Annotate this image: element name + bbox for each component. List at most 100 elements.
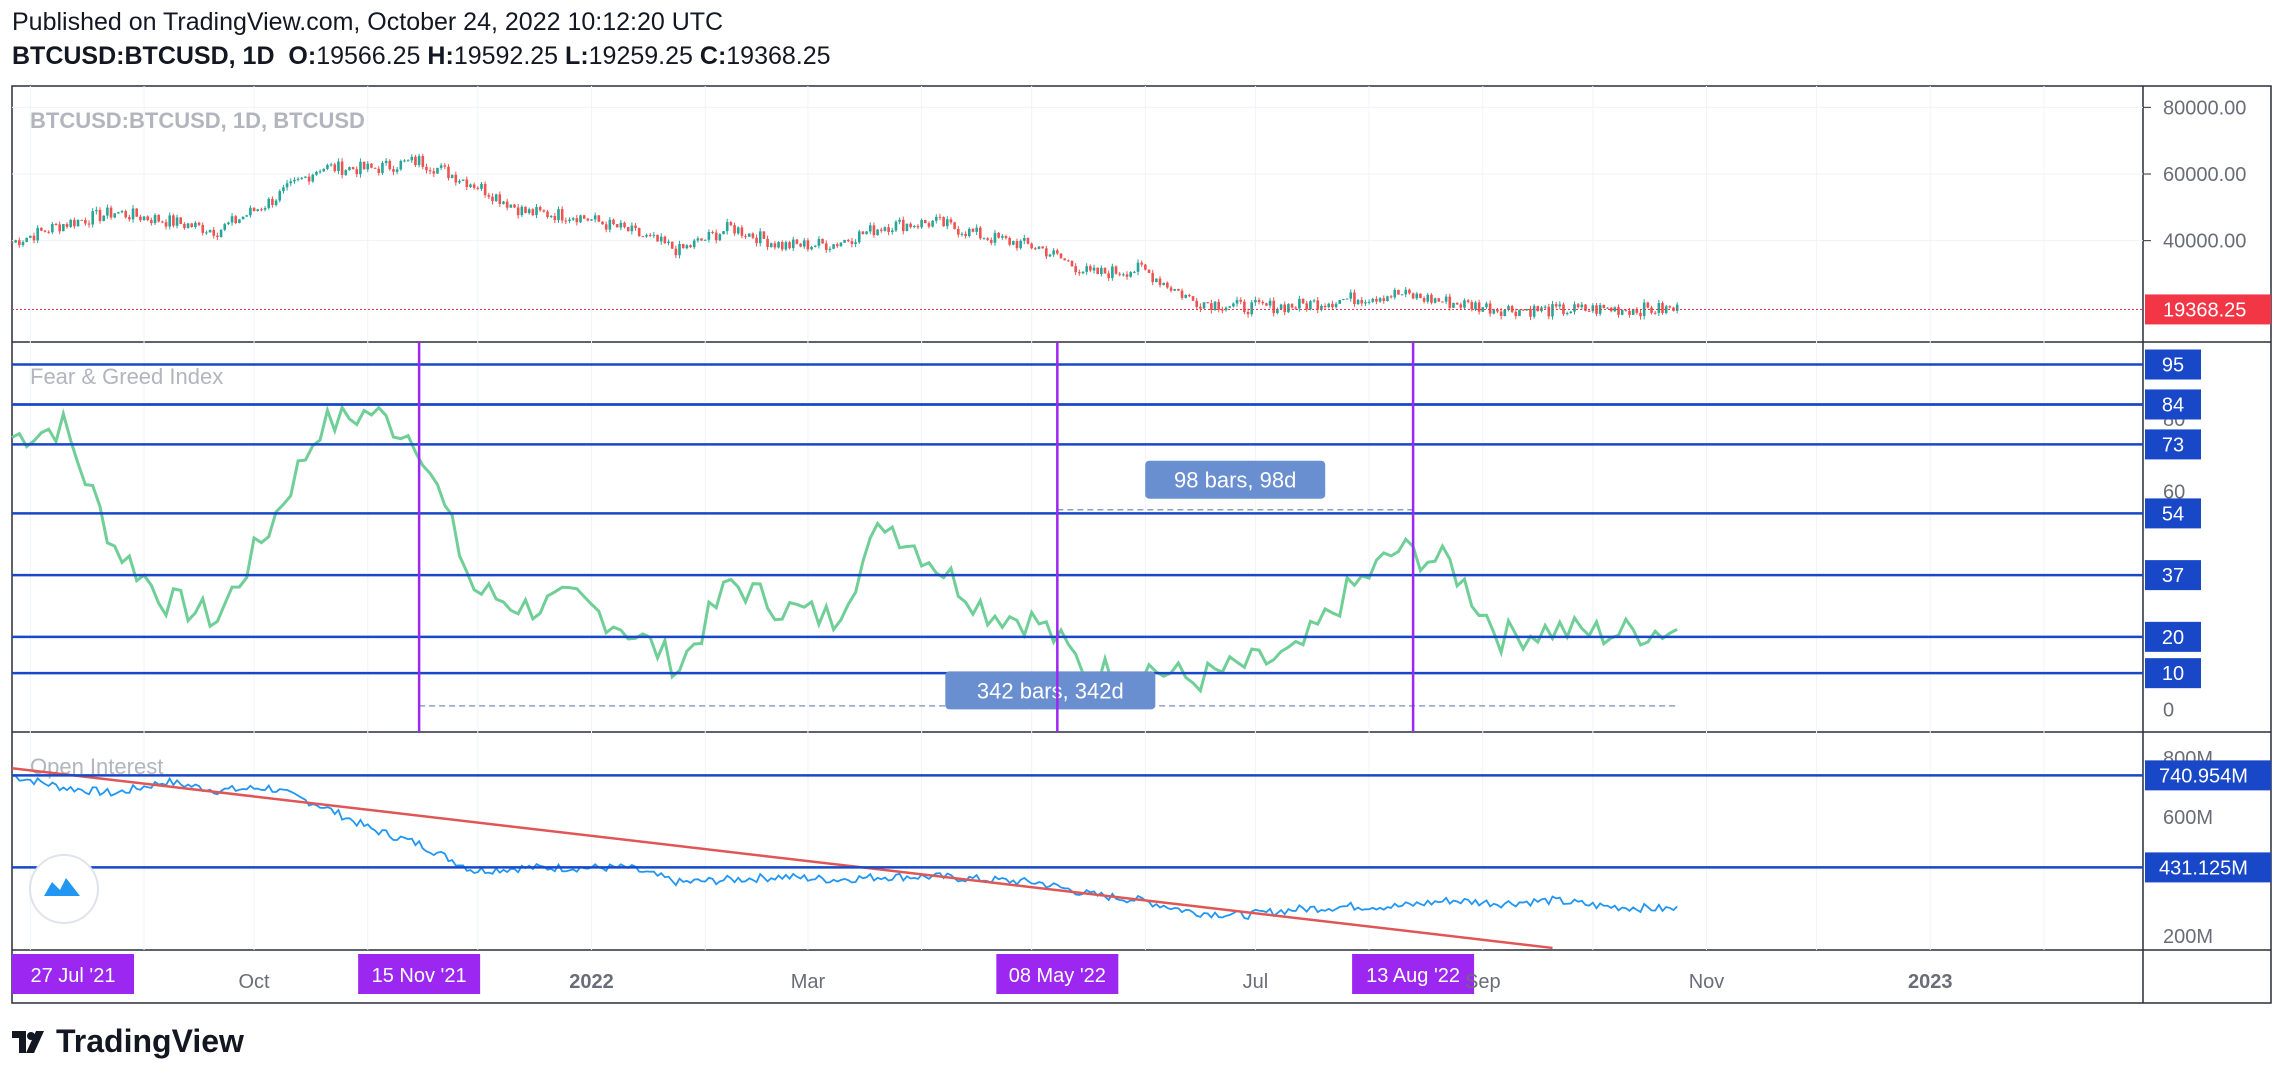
candle-body: [1015, 241, 1019, 249]
candle-body: [784, 242, 788, 250]
measure-label-342: 342 bars, 342d: [977, 678, 1124, 703]
candle-body: [1400, 294, 1404, 296]
candle-body: [1650, 307, 1653, 313]
candle-body: [1158, 278, 1162, 286]
candle-body: [681, 244, 685, 249]
x-marker-label: 15 Nov '21: [372, 965, 467, 987]
candle-body: [1103, 267, 1107, 274]
x-marker-label: 13 Aug '22: [1366, 965, 1460, 987]
candle-body: [872, 225, 876, 236]
candle-body: [1576, 304, 1580, 308]
candle-body: [1239, 299, 1243, 302]
candle-body: [1331, 303, 1334, 308]
candle-body: [876, 229, 879, 236]
candle-body: [993, 232, 997, 243]
candle-body: [476, 187, 480, 189]
candle-body: [1547, 306, 1551, 317]
candle-body: [1558, 304, 1562, 307]
candle-body: [1345, 298, 1349, 300]
candle-body: [927, 223, 931, 227]
candle-body: [1133, 271, 1136, 273]
candle-body: [417, 156, 421, 166]
candle-body: [1397, 289, 1400, 295]
tradingview-logo-icon: [12, 1030, 44, 1053]
candle-body: [579, 215, 582, 223]
candle-body: [322, 168, 326, 172]
candle-body: [186, 223, 190, 228]
candle-body: [483, 183, 487, 196]
fg-series-line: [11, 403, 1678, 694]
last-price-label: 19368.25: [2163, 299, 2246, 321]
candle-body: [1444, 296, 1448, 302]
candle-body: [986, 238, 989, 240]
candle-body: [1327, 303, 1331, 308]
candle-body: [289, 181, 293, 184]
candle-body: [1056, 250, 1059, 254]
candle-body: [1023, 238, 1026, 241]
candle-body: [1004, 236, 1008, 238]
candle-body: [711, 231, 714, 233]
candle-body: [403, 160, 406, 162]
x-marker-label: 27 Jul '21: [31, 965, 116, 987]
candle-body: [1265, 303, 1268, 306]
candle-body: [491, 196, 494, 202]
price-tick-label: 60000.00: [2163, 164, 2246, 186]
candle-body: [1433, 298, 1437, 303]
candle-body: [18, 240, 21, 246]
candle-body: [370, 163, 373, 168]
candle-body: [857, 231, 861, 243]
candle-body: [157, 215, 161, 222]
candle-body: [850, 241, 854, 245]
candle-body: [32, 235, 36, 241]
candle-body: [1639, 312, 1642, 317]
candle-body: [780, 242, 784, 250]
candle-body: [1448, 296, 1452, 308]
candle-body: [821, 238, 824, 244]
candle-body: [879, 229, 883, 231]
candle-body: [1191, 296, 1195, 301]
oi-level-label: 431.125M: [2159, 857, 2248, 879]
candle-body: [703, 239, 707, 241]
candle-body: [1415, 293, 1419, 299]
candle-body: [117, 212, 120, 214]
candle-body: [36, 227, 39, 241]
candle-body: [109, 207, 113, 218]
candle-body: [337, 161, 340, 172]
candle-body: [912, 225, 916, 228]
candle-body: [25, 237, 28, 242]
candle-body: [373, 167, 377, 169]
candle-body: [249, 207, 252, 216]
oi-trend-line: [11, 766, 1553, 950]
candle-body: [549, 215, 553, 218]
candle-body: [1070, 261, 1074, 267]
candle-body: [909, 223, 912, 228]
candle-body: [454, 174, 458, 183]
candle-body: [498, 194, 502, 204]
candle-body: [76, 219, 80, 227]
candle-body: [1503, 309, 1507, 316]
fg-level-label: 10: [2162, 663, 2184, 685]
candle-body: [278, 191, 282, 201]
candle-body: [612, 219, 615, 225]
candle-body: [201, 224, 205, 233]
candle-body: [718, 234, 722, 241]
candle-body: [645, 234, 648, 237]
candle-body: [1452, 302, 1455, 308]
candle-body: [1301, 298, 1305, 304]
candle-body: [722, 231, 725, 235]
candle-body: [120, 211, 124, 213]
candle-body: [931, 220, 934, 227]
candle-body: [824, 243, 828, 251]
candle-body: [439, 165, 443, 168]
candle-body: [1580, 304, 1584, 308]
candle-body: [282, 187, 285, 192]
tradingview-floating-button[interactable]: [29, 854, 99, 924]
candle-body: [51, 223, 54, 233]
candle-body: [1184, 294, 1188, 298]
candle-body: [267, 198, 271, 209]
candle-body: [84, 220, 87, 224]
fg-tick-label: 0: [2163, 699, 2174, 721]
tradingview-logo[interactable]: TradingView: [12, 1023, 244, 1060]
candle-body: [810, 246, 813, 250]
chart-canvas[interactable]: BTCUSD:BTCUSD, 1D, BTCUSD 80000.00 60000.0…: [0, 0, 2292, 1078]
